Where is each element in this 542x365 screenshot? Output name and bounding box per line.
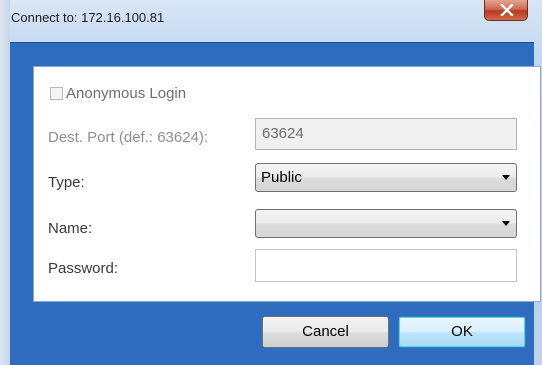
dest-port-value: 63624: [262, 125, 304, 142]
dialog-window: Connect to: 172.16.100.81 Anonymous Logi…: [0, 0, 542, 365]
anonymous-login-checkbox[interactable]: [50, 87, 63, 100]
close-x-icon: [500, 4, 514, 16]
password-input[interactable]: [255, 249, 517, 282]
window-title: Connect to: 172.16.100.81: [11, 10, 165, 25]
close-button[interactable]: [484, 0, 528, 21]
ok-button[interactable]: OK: [398, 316, 526, 348]
connection-form: Anonymous Login Dest. Port (def.: 63624)…: [33, 66, 541, 302]
cancel-button[interactable]: Cancel: [262, 316, 389, 348]
background-strip: [0, 0, 10, 365]
dest-port-label: Dest. Port (def.: 63624):: [48, 129, 209, 146]
name-dropdown[interactable]: [255, 209, 517, 238]
type-label: Type:: [48, 174, 85, 191]
name-label: Name:: [48, 220, 93, 237]
dest-port-input: 63624: [255, 118, 517, 150]
chevron-down-icon: [502, 175, 510, 180]
title-bar[interactable]: Connect to: 172.16.100.81: [0, 0, 542, 40]
anonymous-login-label: Anonymous Login: [66, 85, 187, 102]
chevron-down-icon: [502, 221, 510, 226]
type-value: Public: [261, 169, 302, 186]
type-dropdown[interactable]: Public: [255, 163, 517, 192]
password-label: Password:: [48, 260, 119, 277]
